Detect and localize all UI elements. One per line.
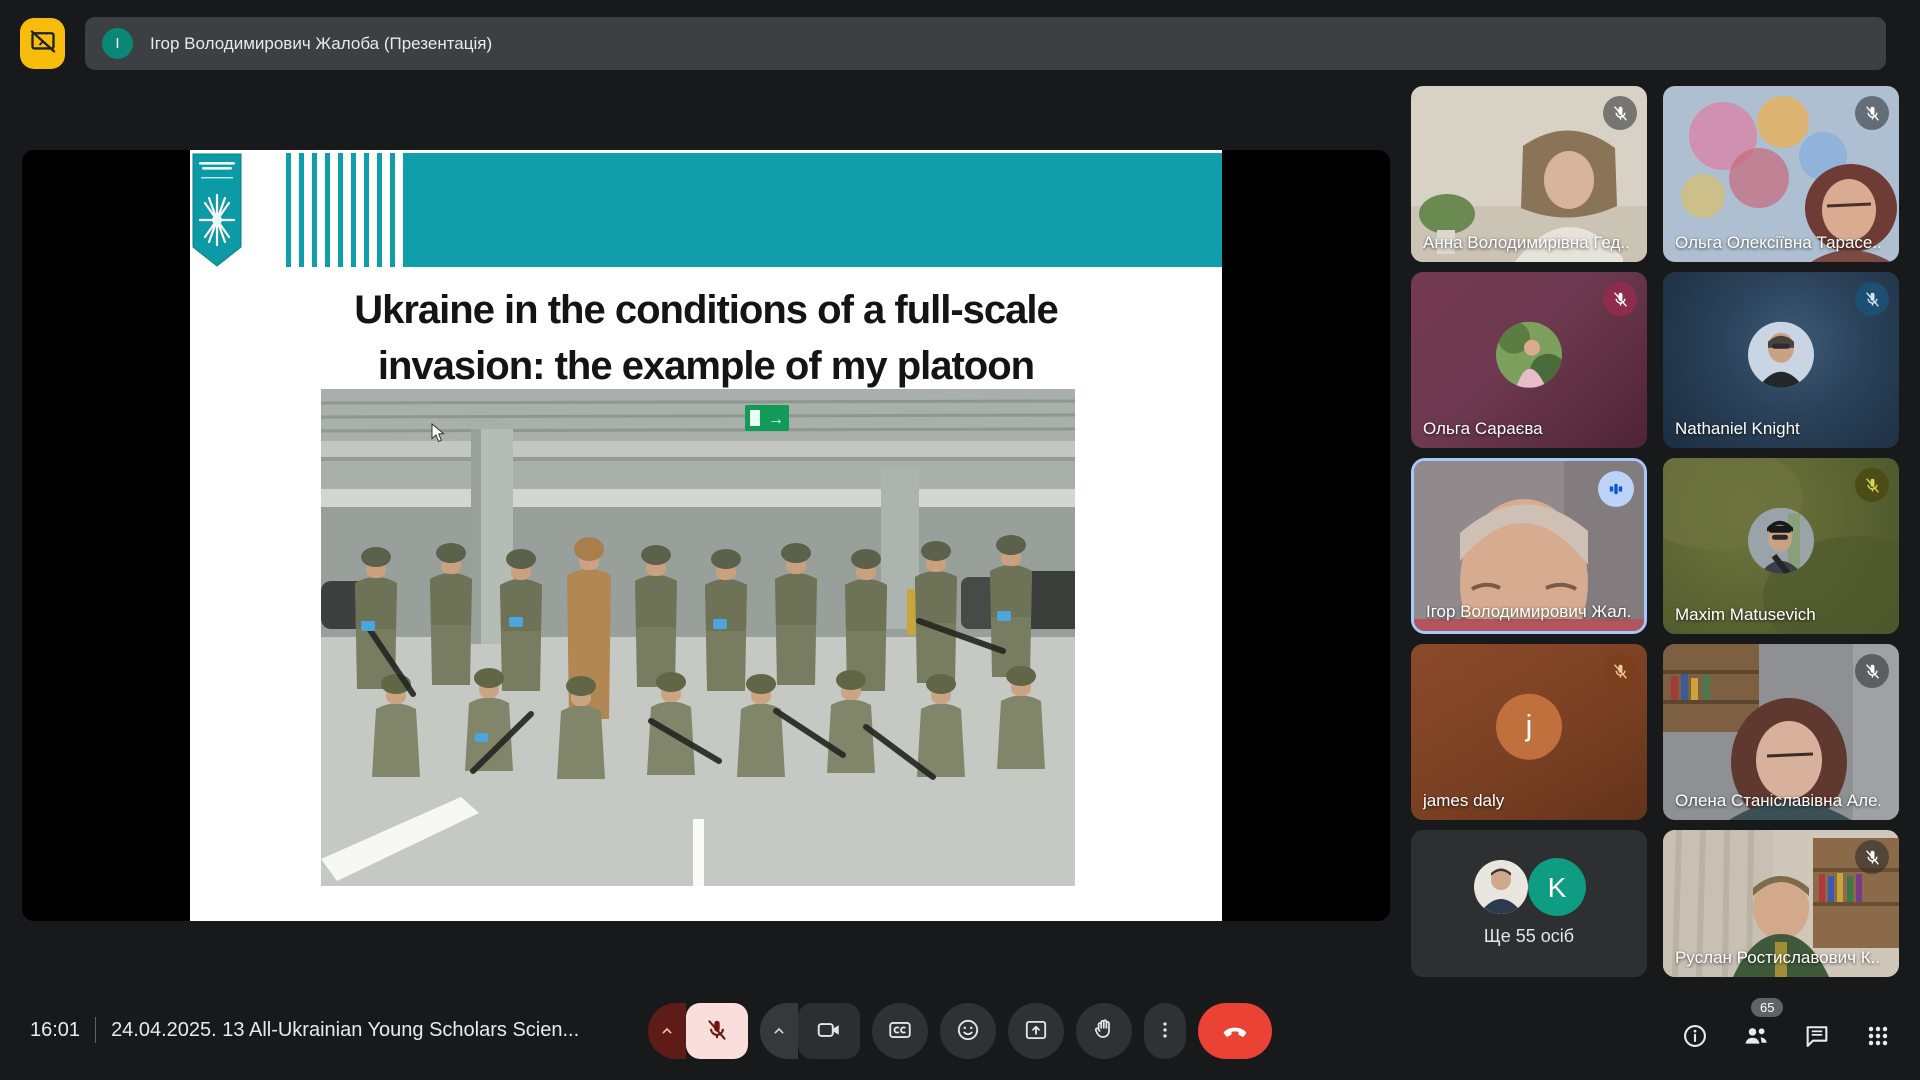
- participant-name: Ігор Володимирович Жал...: [1426, 602, 1631, 622]
- platoon-photo: →: [321, 389, 1075, 886]
- participant-name: Ольга Олексіївна Тарасе...: [1675, 233, 1880, 253]
- participant-name: Олена Станіславівна Але...: [1675, 791, 1880, 811]
- overflow-avatars: K: [1471, 856, 1587, 918]
- mic-muted-icon: [1603, 654, 1637, 688]
- camera-icon: [816, 1017, 842, 1046]
- meeting-info: 16:01 24.04.2025. 13 All-Ukrainian Young…: [30, 1006, 579, 1054]
- presenter-chip-label: Ігор Володимирович Жалоба (Презентація): [150, 34, 492, 54]
- reactions-button[interactable]: [940, 1003, 996, 1059]
- activities-button[interactable]: [1864, 1022, 1892, 1050]
- tile-more-people[interactable]: K Ще 55 осіб: [1411, 830, 1647, 977]
- presenter-avatar: I: [102, 28, 133, 59]
- call-end-icon: [1221, 1016, 1249, 1047]
- mic-muted-icon: [1855, 468, 1889, 502]
- mic-muted-icon: [1855, 282, 1889, 316]
- avatar: [1748, 322, 1814, 388]
- tile-nathaniel-knight[interactable]: Nathaniel Knight: [1663, 272, 1899, 448]
- participant-name: Maxim Matusevich: [1675, 605, 1816, 625]
- mouse-cursor: [431, 423, 446, 448]
- meet-window: I Ігор Володимирович Жалоба (Презентація…: [0, 0, 1920, 1080]
- mic-control-group: [648, 1003, 748, 1059]
- overflow-letter: K: [1548, 872, 1567, 903]
- participant-name: Ольга Сараєва: [1423, 419, 1543, 439]
- panel-icons: 65: [1681, 1022, 1892, 1050]
- presenter-chip[interactable]: I Ігор Володимирович Жалоба (Презентація…: [85, 17, 1886, 70]
- captions-button[interactable]: [872, 1003, 928, 1059]
- tile-olha-saraieva[interactable]: Ольга Сараєва: [1411, 272, 1647, 448]
- camera-control-group: [760, 1003, 860, 1059]
- participant-name: Руслан Ростиславович К...: [1675, 948, 1880, 968]
- letter-avatar: j: [1496, 694, 1562, 760]
- slide: Ukraine in the conditions of a full-scal…: [190, 150, 1222, 921]
- slide-title: Ukraine in the conditions of a full-scal…: [190, 282, 1222, 394]
- presentation-stage: Ukraine in the conditions of a full-scal…: [22, 150, 1390, 921]
- camera-options-button[interactable]: [760, 1003, 798, 1059]
- more-vert-icon: [1154, 1019, 1176, 1044]
- mic-muted-icon: [1855, 840, 1889, 874]
- tile-ruslan[interactable]: Руслан Ростиславович К...: [1663, 830, 1899, 977]
- exit-sign-arrow: →: [768, 411, 784, 428]
- tile-olha-tarasenko[interactable]: Ольга Олексіївна Тарасе...: [1663, 86, 1899, 262]
- mic-muted-icon: [1855, 654, 1889, 688]
- mic-muted-icon: [1855, 96, 1889, 130]
- camera-button[interactable]: [798, 1003, 860, 1059]
- participant-count-badge: 65: [1751, 998, 1783, 1017]
- tile-anna[interactable]: Анна Володимирівна Гед...: [1411, 86, 1647, 262]
- speaking-indicator-icon: [1598, 471, 1634, 507]
- people-panel-button[interactable]: 65: [1742, 1022, 1770, 1050]
- smiley-icon: [955, 1017, 981, 1046]
- chat-panel-button[interactable]: [1803, 1022, 1831, 1050]
- tile-olena[interactable]: Олена Станіславівна Але...: [1663, 644, 1899, 820]
- presentation-off-icon: [29, 28, 57, 59]
- more-options-button[interactable]: [1144, 1003, 1186, 1059]
- present-button[interactable]: [1008, 1003, 1064, 1059]
- slide-header-stripes: [278, 153, 404, 267]
- divider: [95, 1017, 96, 1043]
- present-icon: [1023, 1017, 1049, 1046]
- university-crest-logo: [192, 153, 242, 272]
- tile-maxim-matusevich[interactable]: Maxim Matusevich: [1663, 458, 1899, 634]
- hand-icon: [1091, 1017, 1117, 1046]
- meeting-title: 24.04.2025. 13 All-Ukrainian Young Schol…: [111, 1019, 579, 1042]
- end-call-button[interactable]: [1198, 1003, 1272, 1059]
- raise-hand-button[interactable]: [1076, 1003, 1132, 1059]
- mic-options-button[interactable]: [648, 1003, 686, 1059]
- participant-name: james daly: [1423, 791, 1504, 811]
- more-people-label: Ще 55 осіб: [1411, 926, 1647, 947]
- meeting-details-button[interactable]: [1681, 1022, 1709, 1050]
- slide-header-band: [404, 153, 1222, 267]
- mic-muted-icon: [1603, 96, 1637, 130]
- mic-muted-icon: [1603, 282, 1637, 316]
- clock: 16:01: [30, 1019, 80, 1042]
- mic-mute-button[interactable]: [686, 1003, 748, 1059]
- captions-icon: [887, 1017, 913, 1046]
- call-controls: [648, 1003, 1272, 1059]
- tile-ihor-zhaloba[interactable]: Ігор Володимирович Жал...: [1411, 458, 1647, 634]
- presentation-hidden-button[interactable]: [20, 18, 65, 69]
- avatar: [1748, 508, 1814, 574]
- mic-off-icon: [704, 1017, 730, 1046]
- avatar: [1496, 322, 1562, 388]
- participant-name: Анна Володимирівна Гед...: [1423, 233, 1628, 253]
- participant-name: Nathaniel Knight: [1675, 419, 1800, 439]
- tile-james-daly[interactable]: j james daly: [1411, 644, 1647, 820]
